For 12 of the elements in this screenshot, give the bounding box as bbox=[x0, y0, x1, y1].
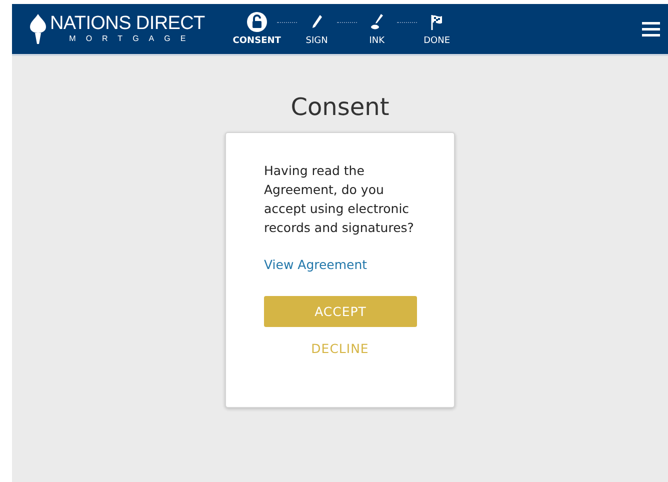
page-title: Consent bbox=[290, 92, 390, 122]
brand-tagline: MORTGAGE bbox=[69, 34, 196, 44]
lock-icon bbox=[246, 12, 267, 32]
view-agreement-link[interactable]: View Agreement bbox=[264, 257, 368, 272]
torch-icon bbox=[28, 14, 48, 44]
step-tab[interactable]: DONE bbox=[408, 12, 465, 46]
menu-icon[interactable] bbox=[642, 22, 660, 36]
step-tab[interactable]: SIGN bbox=[288, 12, 345, 46]
step-tab[interactable]: CONSENT bbox=[228, 12, 285, 46]
consent-question: Having read the Agreement, do you accept using electronic records and signatures? bbox=[264, 162, 415, 237]
brand-name: NATIONS DIRECT bbox=[50, 14, 205, 34]
step-tab[interactable]: INK bbox=[348, 12, 405, 46]
